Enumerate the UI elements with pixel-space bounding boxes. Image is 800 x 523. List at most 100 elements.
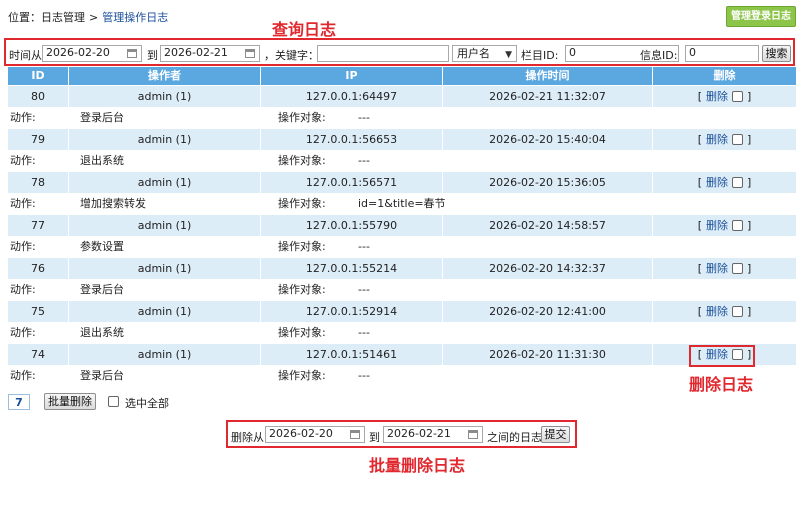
action-value: 登录后台 <box>80 283 124 296</box>
target-value: --- <box>358 369 370 382</box>
info-id-value: 0 <box>689 46 696 59</box>
batch-submit-button[interactable]: 提交 <box>541 426 570 443</box>
log-table-header: ID 操作者 IP 操作时间 删除 <box>8 67 796 85</box>
cell-id: 79 <box>31 133 45 146</box>
header-operator: 操作者 <box>68 67 260 85</box>
cell-delete: [删除] <box>652 172 796 193</box>
bracket-close: ] <box>747 262 752 275</box>
delete-control: [删除] <box>698 86 752 107</box>
row-select-checkbox[interactable] <box>732 91 743 102</box>
action-value: 登录后台 <box>80 111 124 124</box>
bracket-close: ] <box>747 176 752 189</box>
batch-date-to-input[interactable]: 2026-02-21 <box>383 426 483 443</box>
manage-login-log-button[interactable]: 管理登录日志 <box>726 6 796 27</box>
log-detail-row: 动作: 登录后台 操作对象: --- <box>8 107 796 129</box>
table-row: 80 admin (1) 127.0.0.1:64497 2026-02-21 11:… <box>8 86 796 107</box>
bracket-close: ] <box>747 90 752 103</box>
cell-ip: 127.0.0.1:56653 <box>260 129 442 150</box>
target-value: --- <box>358 154 370 167</box>
cell-operator: admin (1) <box>68 215 260 236</box>
cell-delete: [ 删除] <box>652 258 796 279</box>
cell-operator: admin (1) <box>68 258 260 279</box>
cell-ip: 127.0.0.1:55214 <box>260 258 442 279</box>
cell-operator: admin (1) <box>68 344 260 365</box>
cell-ip: 127.0.0.1:64497 <box>260 86 442 107</box>
header-id: ID <box>31 69 45 82</box>
action-value: 登录后台 <box>80 369 124 382</box>
breadcrumb-current[interactable]: 管理操作日志 <box>102 11 168 24</box>
action-value: 退出系统 <box>80 154 124 167</box>
search-date-to-input[interactable]: 2026-02-21 <box>160 45 260 62</box>
calendar-icon[interactable] <box>245 49 255 58</box>
log-detail-row: 动作: 登录后台 操作对象: --- <box>8 365 796 387</box>
delete-link[interactable]: 删除 <box>706 129 728 150</box>
action-label: 动作: <box>10 369 36 382</box>
cell-ip: 127.0.0.1:56571 <box>260 172 442 193</box>
bracket-close: ] <box>747 219 752 232</box>
cell-time: 2026-02-21 11:32:07 <box>442 86 652 107</box>
select-all-label: 选中全部 <box>125 397 169 410</box>
row-select-checkbox[interactable] <box>732 220 743 231</box>
delete-control: [ 删除] <box>698 129 752 150</box>
target-label: 操作对象: <box>278 369 326 382</box>
search-date-from-input[interactable]: 2026-02-20 <box>42 45 142 62</box>
keyword-label: ，关键字： <box>264 49 319 62</box>
cell-time: 2026-02-20 15:36:05 <box>442 172 652 193</box>
delete-link[interactable]: 删除 <box>706 301 728 322</box>
target-value: id=1&title=春节 <box>358 197 446 210</box>
cell-delete: [删除] <box>652 86 796 107</box>
batch-date-to-value: 2026-02-21 <box>387 427 451 440</box>
row-select-checkbox[interactable] <box>732 134 743 145</box>
search-field-selected: 用户名 <box>457 47 490 60</box>
cell-operator: admin (1) <box>68 301 260 322</box>
batch-date-from-input[interactable]: 2026-02-20 <box>265 426 365 443</box>
to-label: 到 <box>147 49 158 62</box>
calendar-icon[interactable] <box>350 430 360 439</box>
column-id-value: 0 <box>569 46 576 59</box>
table-row: 74 admin (1) 127.0.0.1:51461 2026-02-20 11:… <box>8 344 796 365</box>
annotation-delete-box <box>689 345 755 367</box>
table-row: 79 admin (1) 127.0.0.1:56653 2026-02-20 15:… <box>8 129 796 150</box>
table-row: 77 admin (1) 127.0.0.1:55790 2026-02-20 14:… <box>8 215 796 236</box>
batch-to-label: 到 <box>369 431 380 444</box>
batch-from-label: 删除从 <box>231 431 264 444</box>
target-label: 操作对象: <box>278 154 326 167</box>
cell-operator: admin (1) <box>68 129 260 150</box>
info-id-input[interactable]: 0 <box>685 45 759 62</box>
target-label: 操作对象: <box>278 197 326 210</box>
cell-operator: admin (1) <box>68 172 260 193</box>
breadcrumb-log-management[interactable]: 日志管理 <box>41 11 85 24</box>
bracket-open: [ <box>697 262 702 275</box>
select-all-checkbox[interactable] <box>108 396 119 407</box>
search-date-to-value: 2026-02-21 <box>164 46 228 59</box>
search-field-select[interactable]: 用户名 ▼ <box>452 45 517 62</box>
search-button[interactable]: 搜索 <box>762 45 791 62</box>
delete-link[interactable]: 删除 <box>706 172 728 193</box>
delete-link[interactable]: 删除 <box>706 86 728 107</box>
breadcrumb: 位置：日志管理 > 管理操作日志 <box>8 9 168 25</box>
row-select-checkbox[interactable] <box>732 263 743 274</box>
batch-between-label: 之间的日志 <box>487 431 542 444</box>
breadcrumb-prefix: 位置： <box>8 11 41 24</box>
row-select-checkbox[interactable] <box>732 177 743 188</box>
time-from-label: 时间从 <box>9 49 42 62</box>
bracket-open: [ <box>697 133 702 146</box>
cell-time: 2026-02-20 11:31:30 <box>442 344 652 365</box>
delete-link[interactable]: 删除 <box>706 258 728 279</box>
calendar-icon[interactable] <box>127 49 137 58</box>
bracket-open: [ <box>697 219 702 232</box>
batch-delete-button[interactable]: 批量删除 <box>44 393 96 410</box>
target-label: 操作对象: <box>278 326 326 339</box>
action-label: 动作: <box>10 240 36 253</box>
calendar-icon[interactable] <box>468 430 478 439</box>
keyword-input[interactable] <box>317 45 449 62</box>
row-select-checkbox[interactable] <box>732 306 743 317</box>
batch-date-from-value: 2026-02-20 <box>269 427 333 440</box>
target-value: --- <box>358 326 370 339</box>
cell-id: 74 <box>31 348 45 361</box>
bracket-close: ] <box>747 133 752 146</box>
delete-link[interactable]: 删除 <box>706 215 728 236</box>
cell-delete: [ 删除] <box>652 129 796 150</box>
cell-id: 75 <box>31 305 45 318</box>
cell-ip: 127.0.0.1:51461 <box>260 344 442 365</box>
